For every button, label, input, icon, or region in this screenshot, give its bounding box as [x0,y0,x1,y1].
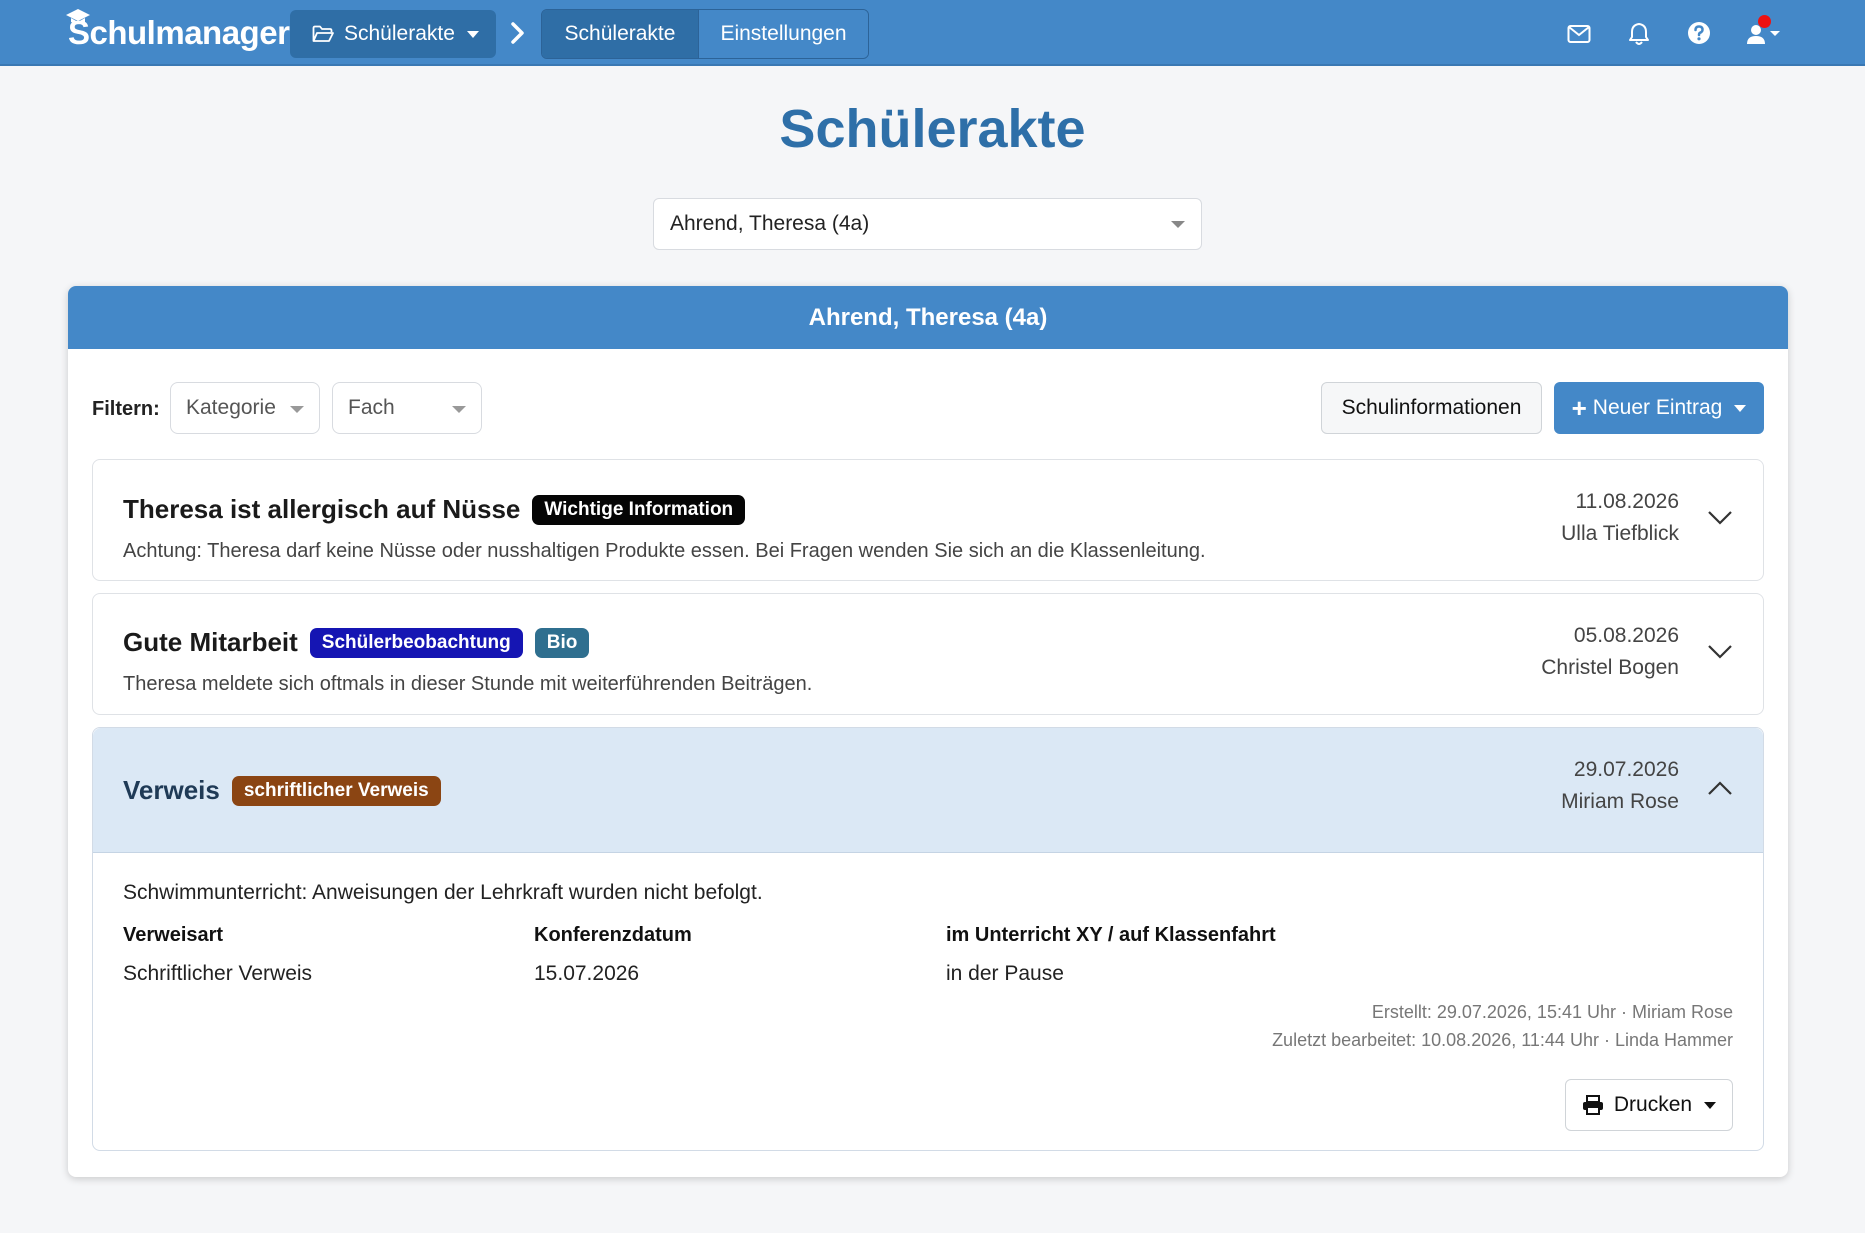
entry-author: Christel Bogen [1541,656,1679,679]
printer-icon [1582,1095,1603,1115]
entry-title: Verweis [123,775,220,805]
field-label-konferenzdatum: Konferenzdatum [534,924,692,946]
entry-title: Gute Mitarbeit [123,627,298,657]
category-badge: schriftlicher Verweis [231,775,441,806]
field-value-verweisart: Schriftlicher Verweis [123,962,313,985]
edited-info: Zuletzt bearbeitet: 10.08.2026, 11:44 Uh… [1272,1030,1733,1050]
chevron-right-icon [511,22,524,44]
record-entry[interactable]: Gute Mitarbeit Schülerbeobachtung Bio Th… [92,593,1764,715]
caret-down-icon [1171,221,1185,228]
entry-title-row: Gute Mitarbeit Schülerbeobachtung Bio [123,627,590,658]
caret-down-icon [466,30,479,38]
new-entry-button[interactable]: + Neuer Eintrag [1554,382,1764,434]
entry-title-row: Verweis schriftlicher Verweis [123,775,441,806]
category-badge: Schülerbeobachtung [309,627,523,658]
entry-author: Miriam Rose [1561,790,1679,813]
chevron-down-icon[interactable] [1707,510,1733,526]
page-title: Schülerakte [779,99,1086,159]
entry-date: 11.08.2026 [1575,490,1679,513]
subject-filter-label: Fach [348,396,395,419]
entry-title-row: Theresa ist allergisch auf Nüsse Wichtig… [123,494,746,525]
field-label-verweisart: Verweisart [123,924,224,946]
caret-down-icon [1734,404,1747,412]
category-badge: Wichtige Information [532,494,746,525]
record-entry-expanded: Verweis schriftlicher Verweis 29.07.2026… [92,727,1764,1151]
student-record-card: Ahrend, Theresa (4a) Filtern: Kategorie … [68,286,1788,1177]
logo[interactable]: Schulmanager [66,9,290,52]
new-entry-label: Neuer Eintrag [1592,396,1723,419]
category-filter[interactable]: Kategorie [170,382,320,434]
bell-icon[interactable] [1628,22,1650,46]
filter-label: Filtern: [92,398,160,420]
print-button[interactable]: Drucken [1565,1079,1733,1131]
tab-einstellungen[interactable]: Einstellungen [698,10,868,58]
chevron-up-icon[interactable] [1707,780,1733,796]
module-dropdown-button[interactable]: Schülerakte [290,10,496,58]
student-select-value: Ahrend, Theresa (4a) [670,212,870,235]
entry-author: Ulla Tiefblick [1561,522,1679,545]
category-filter-label: Kategorie [186,396,276,419]
audit-info: Erstellt: 29.07.2026, 15:41 Uhr · Miriam… [1272,998,1733,1054]
entry-description: Theresa meldete sich oftmals in dieser S… [123,673,813,695]
folder-icon [312,25,334,43]
subject-badge: Bio [534,627,590,658]
school-info-button[interactable]: Schulinformationen [1321,382,1542,434]
help-icon[interactable] [1687,21,1711,45]
logo-text: Schulmanager [68,14,290,51]
chevron-down-icon[interactable] [1707,644,1733,660]
plus-icon: + [1571,393,1587,423]
field-label-context: im Unterricht XY / auf Klassenfahrt [946,924,1276,946]
entry-meta: 11.08.2026 Ulla Tiefblick [1561,486,1679,550]
field-value-context: in der Pause [946,962,1064,985]
entry-meta: 29.07.2026 Miriam Rose [1561,754,1679,818]
notification-dot [1758,15,1771,28]
caret-down-icon [290,406,304,413]
module-dropdown-label: Schülerakte [344,22,455,45]
module-tabs: Schülerakte Einstellungen [541,9,869,59]
entry-text: Schwimmunterricht: Anweisungen der Lehrk… [123,881,763,904]
mail-icon[interactable] [1567,24,1591,44]
entry-title: Theresa ist allergisch auf Nüsse [123,494,521,524]
record-entry[interactable]: Theresa ist allergisch auf Nüsse Wichtig… [92,459,1764,581]
card-header: Ahrend, Theresa (4a) [68,286,1788,349]
entry-date: 29.07.2026 [1573,758,1679,781]
entry-header[interactable]: Verweis schriftlicher Verweis 29.07.2026… [93,728,1763,853]
caret-down-icon [452,406,466,413]
entry-date: 05.08.2026 [1573,624,1679,647]
graduation-cap-icon [66,9,90,24]
entry-description: Achtung: Theresa darf keine Nüsse oder n… [123,540,1206,562]
field-value-konferenzdatum: 15.07.2026 [534,962,640,985]
created-info: Erstellt: 29.07.2026, 15:41 Uhr · Miriam… [1371,1002,1733,1022]
caret-down-icon [1704,1101,1717,1109]
subject-filter[interactable]: Fach [332,382,482,434]
student-select[interactable]: Ahrend, Theresa (4a) [653,198,1202,250]
print-label: Drucken [1613,1093,1693,1116]
entry-meta: 05.08.2026 Christel Bogen [1541,620,1679,684]
tab-schuelerakte[interactable]: Schülerakte [542,10,698,58]
top-navbar: Schulmanager Schülerakte Schülerakte Ein… [0,0,1865,66]
